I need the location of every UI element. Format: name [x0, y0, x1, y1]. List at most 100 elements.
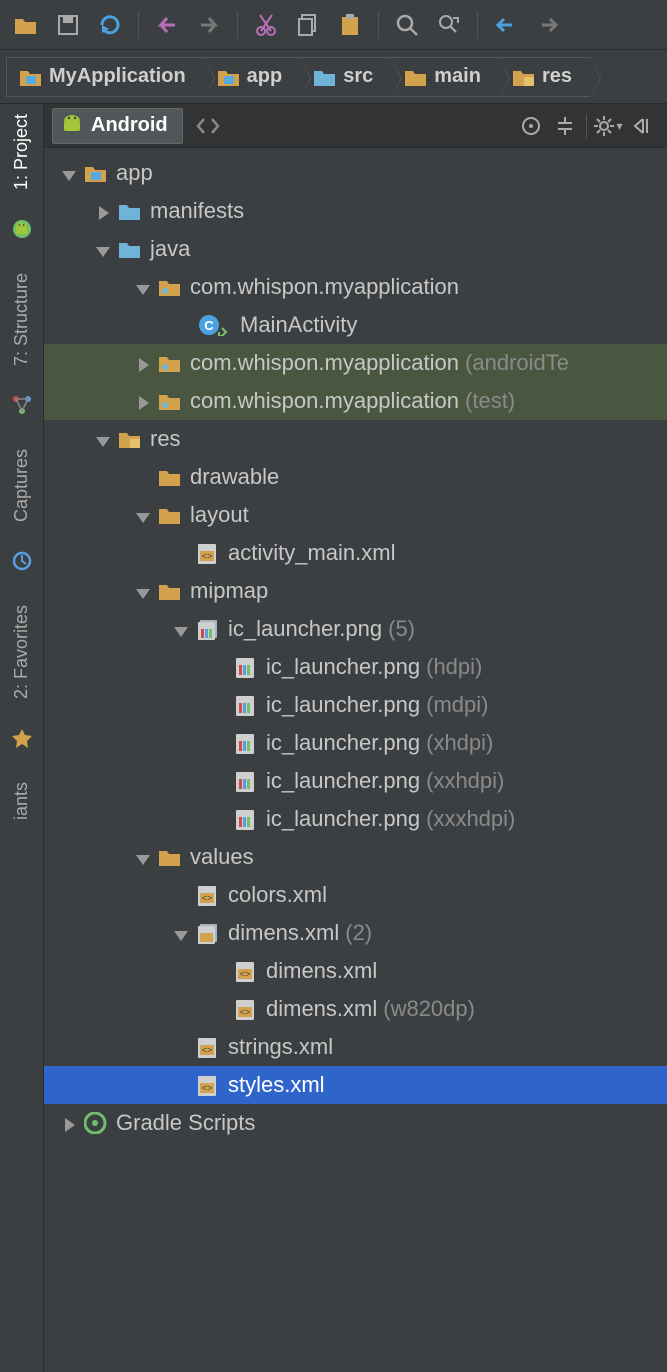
tree-node-suffix: (xxhdpi)	[426, 768, 504, 794]
collapse-all-icon[interactable]	[548, 109, 582, 143]
image-icon	[234, 656, 258, 678]
tool-window-tab-label: 1: Project	[11, 114, 32, 190]
package-icon	[158, 352, 182, 374]
breadcrumb-label: src	[343, 65, 373, 88]
tree-node-label: ic_launcher.png	[266, 806, 420, 832]
tree-node-suffix: (hdpi)	[426, 654, 482, 680]
back-icon[interactable]	[488, 7, 524, 43]
tree-node[interactable]: values	[44, 838, 667, 876]
breadcrumb-label: res	[542, 65, 572, 88]
expand-arrow-down-icon[interactable]	[94, 430, 112, 448]
tree-node[interactable]: ic_launcher.png(xxhdpi)	[44, 762, 667, 800]
tree-node[interactable]: Gradle Scripts	[44, 1104, 667, 1142]
tree-node[interactable]: ic_launcher.png(hdpi)	[44, 648, 667, 686]
tree-node-label: colors.xml	[228, 882, 327, 908]
tree-node[interactable]: dimens.xml	[44, 952, 667, 990]
project-tree[interactable]: appmanifestsjavacom.whispon.myapplicatio…	[44, 148, 667, 1372]
expand-arrow-down-icon[interactable]	[134, 506, 152, 524]
tree-node[interactable]: app	[44, 154, 667, 192]
expand-arrow-right-icon[interactable]	[134, 354, 152, 372]
tree-node[interactable]: ic_launcher.png(xxxhdpi)	[44, 800, 667, 838]
breadcrumb-item[interactable]: src	[300, 57, 391, 97]
panel-nav-arrows[interactable]	[187, 108, 231, 144]
module-icon	[84, 162, 108, 184]
paste-icon[interactable]	[332, 7, 368, 43]
find-icon[interactable]	[389, 7, 425, 43]
expand-arrow-down-icon[interactable]	[172, 620, 190, 638]
tree-node-label: manifests	[150, 198, 244, 224]
tree-node-label: drawable	[190, 464, 279, 490]
tree-node[interactable]: manifests	[44, 192, 667, 230]
tree-node[interactable]: res	[44, 420, 667, 458]
expand-arrow-right-icon[interactable]	[60, 1114, 78, 1132]
undo-icon[interactable]	[149, 7, 185, 43]
tree-node[interactable]: com.whispon.myapplication(test)	[44, 382, 667, 420]
tree-node-label: mipmap	[190, 578, 268, 604]
tree-node[interactable]: drawable	[44, 458, 667, 496]
project-icon	[11, 218, 33, 245]
tree-node[interactable]: com.whispon.myapplication	[44, 268, 667, 306]
xml-icon	[234, 960, 258, 982]
tree-node[interactable]: ic_launcher.png(5)	[44, 610, 667, 648]
tree-node-suffix: (test)	[465, 388, 515, 414]
expand-arrow-down-icon[interactable]	[94, 240, 112, 258]
open-icon[interactable]	[8, 7, 44, 43]
breadcrumb-item[interactable]: MyApplication	[6, 57, 204, 97]
redo-icon[interactable]	[191, 7, 227, 43]
tool-window-tab-project[interactable]: 1: Project	[11, 114, 32, 190]
expand-arrow-down-icon[interactable]	[172, 924, 190, 942]
breadcrumb-item[interactable]: app	[204, 57, 301, 97]
favorites-icon	[11, 727, 33, 754]
folder-icon	[512, 66, 536, 88]
toolbar-separator	[378, 11, 379, 39]
tree-node[interactable]: activity_main.xml	[44, 534, 667, 572]
gear-icon[interactable]: ▾	[591, 109, 625, 143]
breadcrumb-item[interactable]: main	[391, 57, 499, 97]
folder-icon	[19, 66, 43, 88]
tree-node[interactable]: colors.xml	[44, 876, 667, 914]
tool-window-tab-variants[interactable]: iants	[11, 782, 32, 820]
tree-node[interactable]: dimens.xml(w820dp)	[44, 990, 667, 1028]
expand-arrow-down-icon[interactable]	[60, 164, 78, 182]
class-icon	[196, 314, 232, 336]
tree-node-label: res	[150, 426, 181, 452]
gradle-icon	[84, 1112, 108, 1134]
expand-arrow-down-icon[interactable]	[134, 848, 152, 866]
tree-node-suffix: (xxxhdpi)	[426, 806, 515, 832]
expand-arrow-down-icon[interactable]	[134, 278, 152, 296]
tree-node[interactable]: mipmap	[44, 572, 667, 610]
tree-node[interactable]: dimens.xml(2)	[44, 914, 667, 952]
expand-arrow-right-icon[interactable]	[134, 392, 152, 410]
tree-node[interactable]: layout	[44, 496, 667, 534]
forward-icon[interactable]	[530, 7, 566, 43]
breadcrumb-item[interactable]: res	[499, 57, 591, 97]
view-selector[interactable]: Android	[52, 108, 183, 144]
tree-node[interactable]: styles.xml	[44, 1066, 667, 1104]
view-selector-label: Android	[91, 114, 168, 137]
expand-arrow-down-icon[interactable]	[134, 582, 152, 600]
expand-arrow-right-icon[interactable]	[94, 202, 112, 220]
scroll-from-source-icon[interactable]	[514, 109, 548, 143]
toolbar-separator	[237, 11, 238, 39]
tree-node[interactable]: strings.xml	[44, 1028, 667, 1066]
cut-icon[interactable]	[248, 7, 284, 43]
sync-icon[interactable]	[92, 7, 128, 43]
tool-window-tab-structure[interactable]: 7: Structure	[11, 273, 32, 366]
structure-icon	[11, 394, 33, 421]
image-icon	[234, 694, 258, 716]
tree-node[interactable]: com.whispon.myapplication(androidTe	[44, 344, 667, 382]
tree-node[interactable]: MainActivity	[44, 306, 667, 344]
tree-node[interactable]: ic_launcher.png(mdpi)	[44, 686, 667, 724]
copy-icon[interactable]	[290, 7, 326, 43]
hide-panel-icon[interactable]	[625, 109, 659, 143]
tree-node-label: com.whispon.myapplication	[190, 388, 459, 414]
tree-node[interactable]: ic_launcher.png(xhdpi)	[44, 724, 667, 762]
tree-node-label: com.whispon.myapplication	[190, 350, 459, 376]
replace-icon[interactable]	[431, 7, 467, 43]
panel-header-separator	[586, 114, 587, 138]
save-all-icon[interactable]	[50, 7, 86, 43]
tool-window-tab-captures[interactable]: Captures	[11, 449, 32, 522]
tree-node[interactable]: java	[44, 230, 667, 268]
tool-window-tab-favorites[interactable]: 2: Favorites	[11, 605, 32, 699]
tool-window-strip: 1: Project 7: Structure Captures 2: Favorit…	[0, 104, 44, 1372]
